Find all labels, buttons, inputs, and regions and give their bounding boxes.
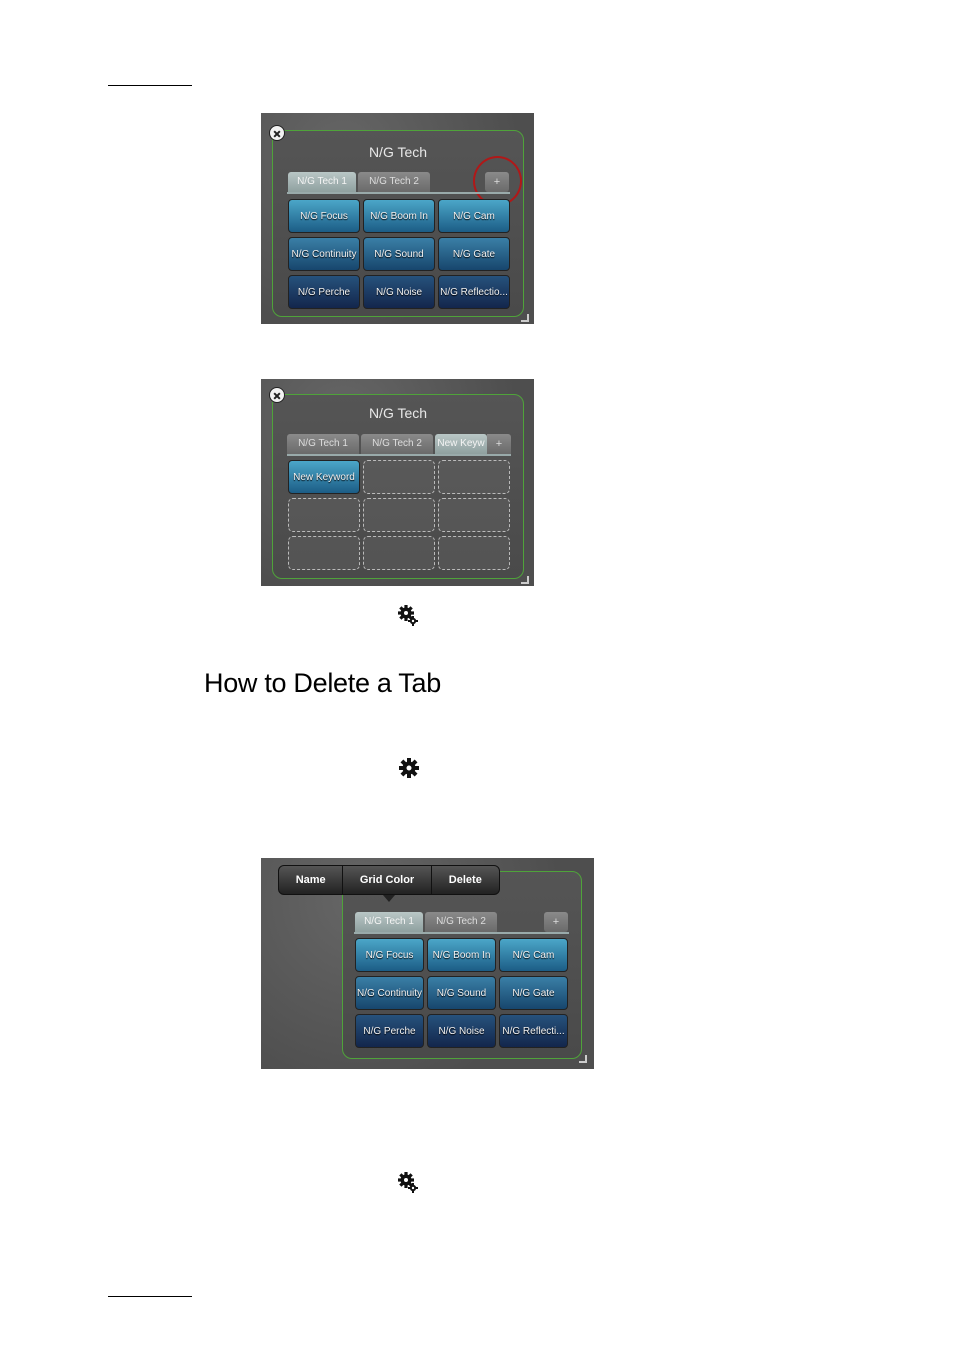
tab-ng-tech-1[interactable]: N/G Tech 1 <box>287 434 359 454</box>
keyword-button[interactable]: N/G Noise <box>363 275 435 309</box>
empty-slot[interactable] <box>363 498 435 532</box>
gears-icon <box>398 1172 418 1193</box>
add-tab-button[interactable]: + <box>487 434 511 454</box>
menu-pointer <box>383 895 395 902</box>
keyword-button[interactable]: N/G Gate <box>499 976 568 1010</box>
tab-context-menu: Name Grid Color Delete <box>278 865 500 895</box>
keyword-button[interactable]: N/G Continuity <box>355 976 424 1010</box>
keyword-button[interactable]: N/G Boom In <box>363 199 435 233</box>
tab-new-keyword[interactable]: New Keyw <box>435 434 487 454</box>
tab-ng-tech-1[interactable]: N/G Tech 1 <box>288 172 356 192</box>
keyword-button[interactable]: N/G Sound <box>427 976 496 1010</box>
resize-handle-icon[interactable] <box>579 1055 587 1063</box>
close-icon[interactable] <box>269 387 285 403</box>
close-icon[interactable] <box>269 125 285 141</box>
keyword-button[interactable]: N/G Focus <box>355 938 424 972</box>
tab-underline <box>287 454 511 456</box>
add-tab-button[interactable]: + <box>544 912 568 932</box>
keyword-button[interactable]: N/G Cam <box>438 199 510 233</box>
menu-item-grid-color[interactable]: Grid Color <box>343 866 432 894</box>
tab-ng-tech-1[interactable]: N/G Tech 1 <box>355 912 423 932</box>
empty-slot[interactable] <box>438 498 510 532</box>
keyword-button[interactable]: New Keyword <box>288 460 360 494</box>
empty-slot[interactable] <box>288 498 360 532</box>
tab-underline <box>354 932 569 934</box>
keyword-button[interactable]: N/G Gate <box>438 237 510 271</box>
keyword-button[interactable]: N/G Boom In <box>427 938 496 972</box>
resize-handle-icon[interactable] <box>521 314 529 322</box>
screenshot-delete-tab: Name Grid Color Delete N/G Tech 1 N/G Te… <box>261 858 594 1069</box>
footer-rule <box>108 1296 192 1297</box>
tab-underline <box>287 192 510 194</box>
menu-item-name[interactable]: Name <box>279 866 344 894</box>
keyword-button[interactable]: N/G Reflecti... <box>499 1014 568 1048</box>
keyword-button[interactable]: N/G Cam <box>499 938 568 972</box>
empty-slot[interactable] <box>438 460 510 494</box>
keyword-button[interactable]: N/G Perche <box>288 275 360 309</box>
resize-handle-icon[interactable] <box>521 576 529 584</box>
empty-slot[interactable] <box>288 536 360 570</box>
menu-item-delete[interactable]: Delete <box>432 866 499 894</box>
gear-icon <box>399 758 419 778</box>
empty-slot[interactable] <box>363 460 435 494</box>
keyword-button[interactable]: N/G Perche <box>355 1014 424 1048</box>
section-heading: How to Delete a Tab <box>204 668 441 698</box>
empty-slot[interactable] <box>363 536 435 570</box>
tab-ng-tech-2[interactable]: N/G Tech 2 <box>361 434 433 454</box>
empty-slot[interactable] <box>438 536 510 570</box>
screenshot-new-tab: N/G Tech N/G Tech 1 N/G Tech 2 New Keyw … <box>261 379 534 586</box>
gears-icon <box>398 605 418 626</box>
keyword-button[interactable]: N/G Continuity <box>288 237 360 271</box>
keyword-button[interactable]: N/G Focus <box>288 199 360 233</box>
keyword-button[interactable]: N/G Reflectio... <box>438 275 510 309</box>
tab-ng-tech-2[interactable]: N/G Tech 2 <box>358 172 430 192</box>
panel-title: N/G Tech <box>368 405 428 421</box>
keyword-button[interactable]: N/G Noise <box>427 1014 496 1048</box>
header-rule <box>108 85 192 86</box>
screenshot-add-tab: N/G Tech N/G Tech 1 N/G Tech 2 + N/G Foc… <box>261 113 534 324</box>
tab-ng-tech-2[interactable]: N/G Tech 2 <box>425 912 497 932</box>
keyword-button[interactable]: N/G Sound <box>363 237 435 271</box>
